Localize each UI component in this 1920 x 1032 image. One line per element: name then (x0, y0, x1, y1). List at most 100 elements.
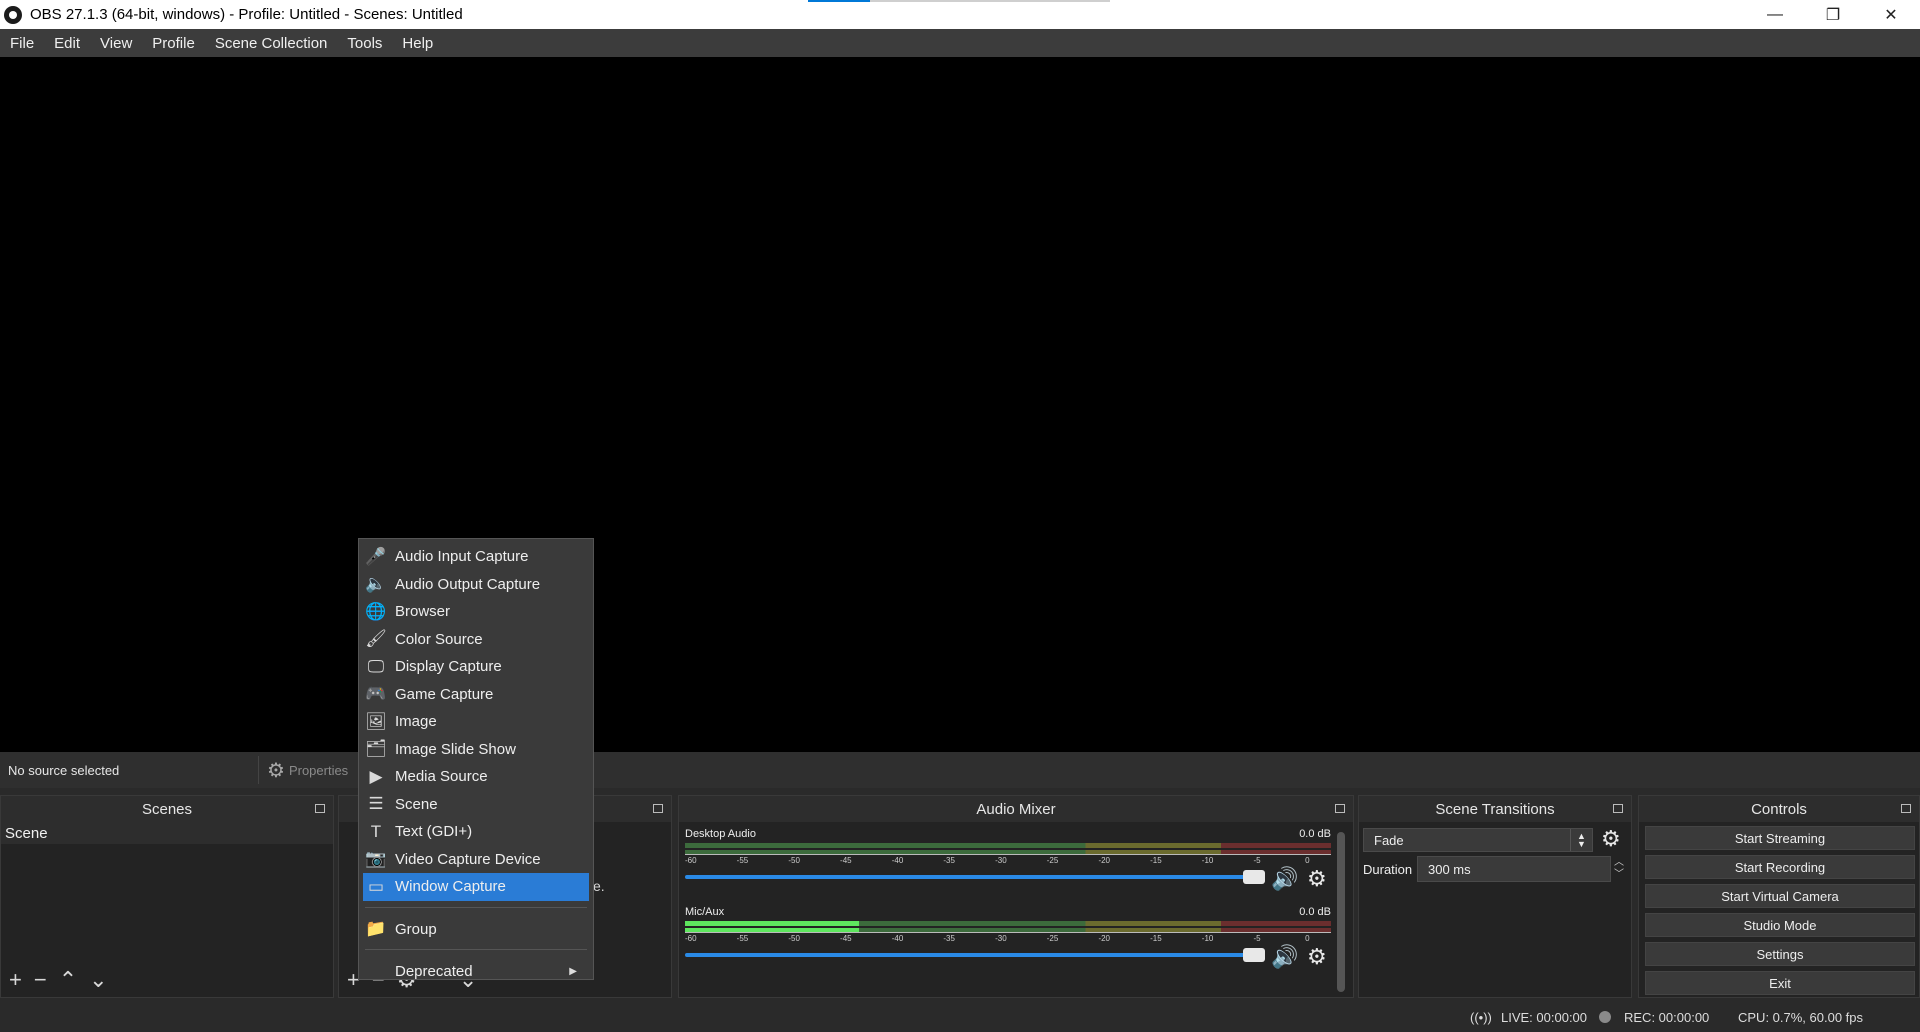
db-tick-label: -50 (788, 934, 800, 943)
float-dock-icon[interactable] (1335, 804, 1345, 813)
db-tick-label: -40 (891, 856, 904, 865)
menu-profile[interactable]: Profile (142, 35, 205, 52)
spinner-icon: ▲ ▼ (1570, 829, 1592, 851)
slider-handle[interactable] (1243, 870, 1265, 884)
menu-scene-collection[interactable]: Scene Collection (205, 35, 338, 52)
cpu-fps: CPU: 0.7%, 60.00 fps (1738, 1010, 1864, 1025)
db-tick-label: 0 (1305, 856, 1310, 865)
volume-slider[interactable] (685, 948, 1265, 962)
menu-item-browser[interactable]: 🌐 Browser (359, 598, 593, 626)
db-tick-label: -60 (685, 934, 697, 943)
live-broadcast-icon: ((•)) (1470, 1010, 1492, 1025)
float-dock-icon[interactable] (1901, 804, 1911, 813)
menu-view[interactable]: View (90, 35, 142, 52)
properties-button[interactable]: ⚙ Properties (258, 756, 350, 784)
microphone-icon: 🎤 (365, 546, 387, 566)
volume-slider[interactable] (685, 870, 1265, 884)
scene-item-label: Scene (5, 824, 48, 842)
gear-icon[interactable]: ⚙ (1307, 866, 1327, 892)
float-dock-icon[interactable] (1613, 804, 1623, 813)
float-dock-icon[interactable] (653, 804, 663, 813)
menu-item-image[interactable]: 🖼 Image (359, 708, 593, 736)
live-timer: LIVE: 00:00:00 (1501, 1010, 1588, 1025)
studio-mode-button[interactable]: Studio Mode (1645, 913, 1915, 937)
menu-tools[interactable]: Tools (337, 35, 392, 52)
add-scene-icon[interactable]: + (9, 967, 22, 993)
db-tick-label: -50 (788, 856, 800, 865)
exit-button[interactable]: Exit (1645, 971, 1915, 995)
menu-item-color-source[interactable]: 🖌 Color Source (359, 626, 593, 654)
db-tick-label: -10 (1201, 856, 1214, 865)
gear-icon[interactable]: ⚙ (1601, 826, 1621, 852)
move-up-icon[interactable]: ⌃ (59, 967, 77, 993)
mixer-scrollbar[interactable] (1337, 832, 1345, 992)
db-tick-label: -20 (1098, 934, 1110, 943)
folder-icon: 📁 (365, 919, 387, 939)
db-tick-label: -55 (736, 934, 749, 943)
play-icon: ▶ (369, 766, 383, 786)
duration-field[interactable]: 300 ms ︿ ﹀ (1417, 856, 1624, 882)
db-tick-label: -25 (1046, 856, 1059, 865)
scenes-title: Scenes (141, 800, 193, 818)
audio-mixer-title: Audio Mixer (976, 800, 1056, 818)
rec-timer: REC: 00:00:00 (1624, 1010, 1710, 1025)
menu-item-group[interactable]: 📁 Group (359, 916, 593, 944)
db-scale: -60 -55 -50 -45 -40 -35 -30 -25 -20 -15 -10 -5 0 (685, 932, 1331, 944)
menu-item-audio-input-capture[interactable]: 🎤 Audio Input Capture (359, 543, 593, 571)
close-button[interactable]: ✕ (1862, 0, 1920, 29)
menu-edit[interactable]: Edit (44, 35, 90, 52)
menu-item-window-capture[interactable]: ▭ Window Capture (363, 873, 589, 901)
float-dock-icon[interactable] (315, 804, 325, 813)
scene-transitions-title: Scene Transitions (1435, 800, 1555, 818)
speaker-icon[interactable]: 🔊 (1271, 944, 1298, 970)
db-tick-label: -15 (1150, 934, 1162, 943)
gear-icon: ⚙ (267, 759, 285, 782)
start-streaming-button[interactable]: Start Streaming (1645, 826, 1915, 850)
scenes-header: Scenes (1, 796, 333, 822)
menu-item-deprecated[interactable]: Deprecated ▶ (359, 958, 593, 986)
preview-canvas[interactable] (0, 57, 1920, 752)
menu-bar: File Edit View Profile Scene Collection … (0, 29, 1920, 57)
menu-item-text-gdi[interactable]: T Text (GDI+) (359, 818, 593, 846)
db-tick-label: -20 (1098, 856, 1110, 865)
settings-button[interactable]: Settings (1645, 942, 1915, 966)
start-virtual-camera-button[interactable]: Start Virtual Camera (1645, 884, 1915, 908)
transition-select[interactable]: Fade ▲ ▼ (1363, 828, 1593, 852)
submenu-arrow-icon: ▶ (569, 966, 577, 978)
slider-handle[interactable] (1243, 948, 1265, 962)
start-recording-button[interactable]: Start Recording (1645, 855, 1915, 879)
menu-file[interactable]: File (0, 35, 44, 52)
menu-item-media-source[interactable]: ▶ Media Source (359, 763, 593, 791)
monitor-icon: 🖵 (367, 656, 385, 676)
title-progress-indicator (808, 0, 1110, 2)
title-bar: OBS 27.1.3 (64-bit, windows) - Profile: … (0, 0, 1920, 29)
menu-item-image-slide-show[interactable]: 🗂 Image Slide Show (359, 736, 593, 764)
scene-list-item[interactable]: Scene (1, 822, 333, 844)
menu-item-audio-output-capture[interactable]: 🔈 Audio Output Capture (359, 571, 593, 599)
menu-help[interactable]: Help (392, 35, 443, 52)
db-tick-label: -60 (685, 856, 697, 865)
source-toolbar: No source selected ⚙ Properties (0, 752, 1920, 788)
stepper-icon[interactable]: ︿ ﹀ (1614, 857, 1632, 881)
db-tick-label: -40 (891, 934, 904, 943)
speaker-icon[interactable]: 🔊 (1271, 866, 1298, 892)
maximize-button[interactable]: ❐ (1804, 0, 1862, 29)
menu-separator (365, 906, 587, 908)
window-title: OBS 27.1.3 (64-bit, windows) - Profile: … (30, 6, 463, 23)
db-tick-label: -45 (840, 934, 852, 943)
move-down-icon[interactable]: ⌄ (89, 967, 107, 993)
menu-separator (365, 949, 587, 950)
menu-item-game-capture[interactable]: 🎮 Game Capture (359, 681, 593, 709)
controls-title: Controls (1751, 800, 1807, 818)
gear-icon[interactable]: ⚙ (1307, 944, 1327, 970)
remove-scene-icon[interactable]: − (34, 967, 47, 993)
track-db: 0.0 dB (1299, 906, 1331, 918)
menu-item-display-capture[interactable]: 🖵 Display Capture (359, 653, 593, 681)
sources-hint-fragment: e. (593, 878, 605, 894)
minimize-button[interactable]: — (1746, 0, 1804, 29)
menu-item-scene[interactable]: ☰ Scene (359, 791, 593, 819)
obs-logo-icon (4, 5, 22, 24)
db-tick-label: -30 (995, 856, 1007, 865)
list-icon: ☰ (368, 794, 384, 814)
menu-item-video-capture-device[interactable]: 📷 Video Capture Device (359, 846, 593, 874)
